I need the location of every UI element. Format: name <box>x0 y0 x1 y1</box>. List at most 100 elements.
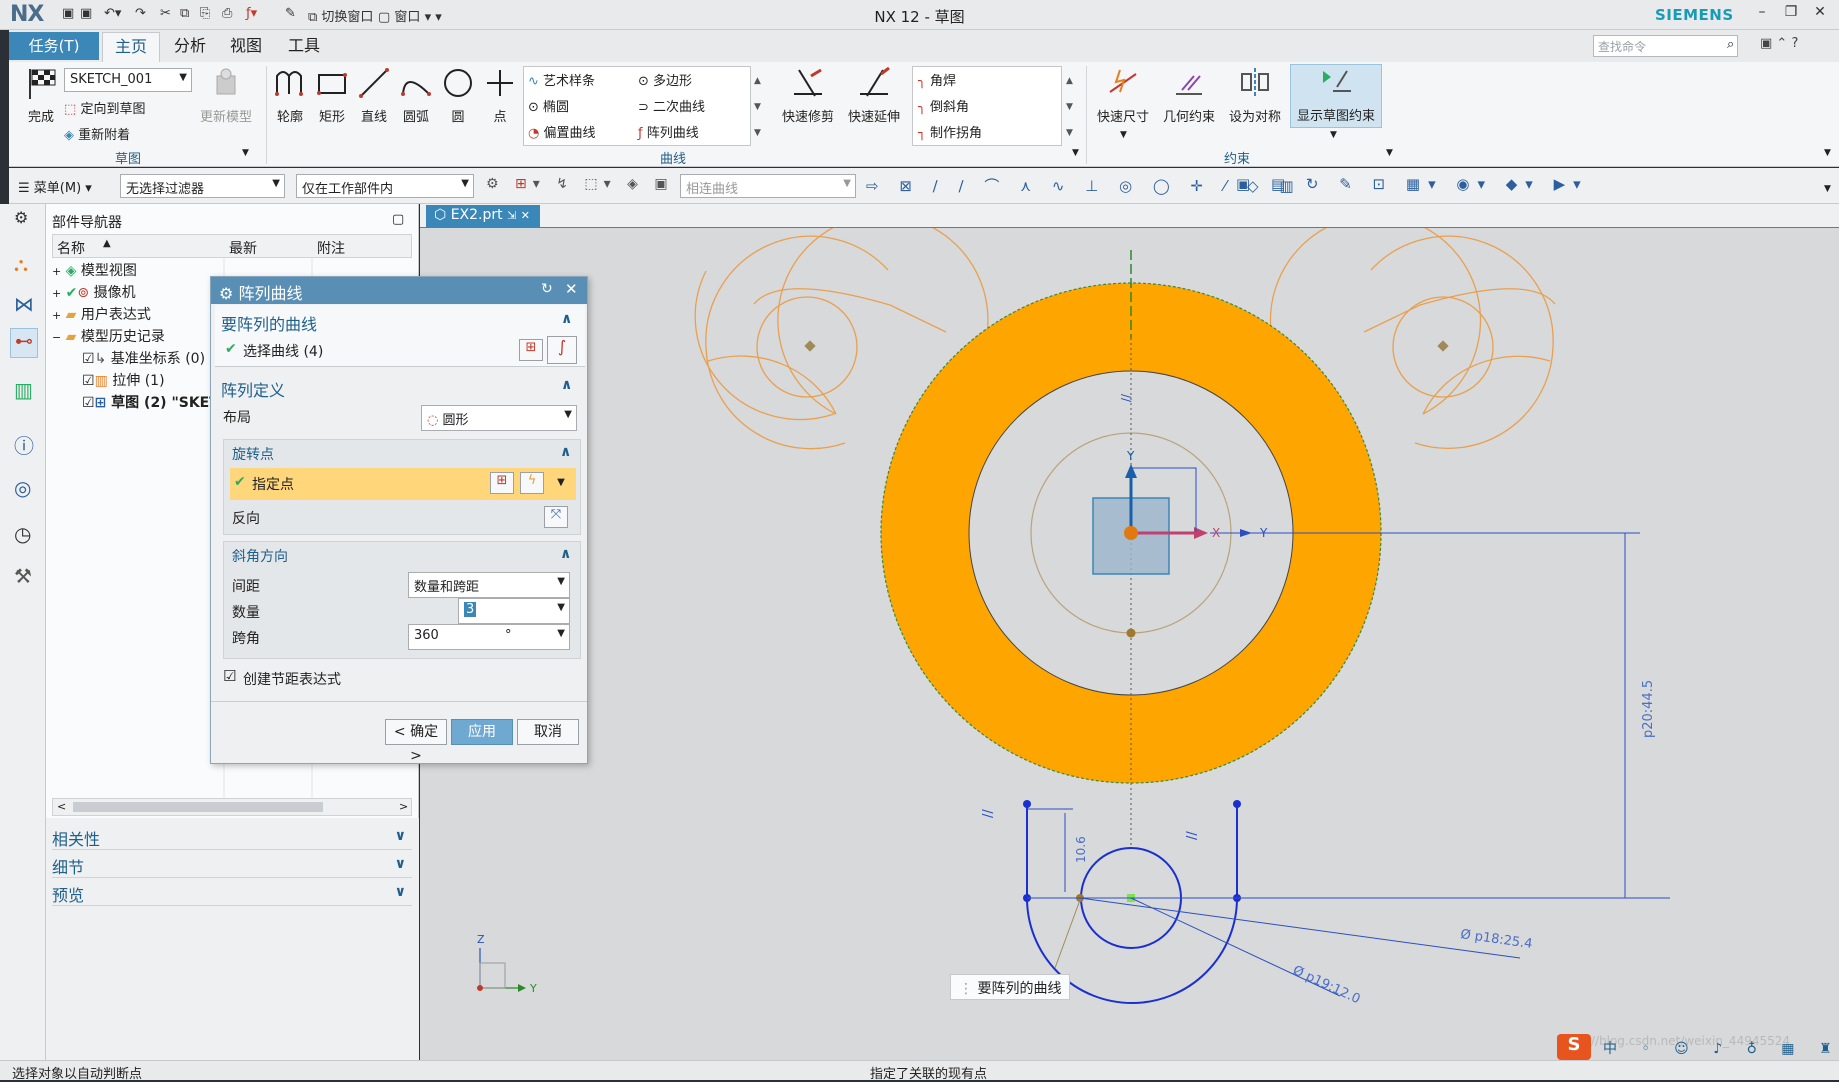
group-expand-icon[interactable]: ▼ <box>1072 148 1079 158</box>
tree-row[interactable]: + ◈ 模型视图 <box>52 260 137 284</box>
ribbon-options-icon[interactable]: ▣ ⌃ ? <box>1760 36 1798 51</box>
dim-diameter-12[interactable]: Ø p19:12.0 <box>1290 963 1362 1007</box>
web-browser-icon[interactable]: ◎ <box>14 476 31 500</box>
reattach-button[interactable]: ◈ 重新附着 <box>64 124 130 143</box>
graphics-window[interactable]: Y X Y // 10.6 p20:44.5 Ø p18:25.4 Ø p19:… <box>420 214 1839 1060</box>
toolbar-more-icon[interactable]: ▼ <box>1824 184 1831 194</box>
tab-analysis[interactable]: 分析 <box>166 32 214 62</box>
restore-button[interactable]: ❐ <box>1779 4 1803 26</box>
collapse-icon[interactable]: ∧ <box>560 546 571 562</box>
make-symmetric-button[interactable]: 设为对称 <box>1224 66 1286 125</box>
constraint-navigator-icon[interactable]: ⋈ <box>14 292 34 316</box>
checkbox-checked-icon[interactable]: ☑ <box>82 351 95 367</box>
pin-icon[interactable]: ⇲ <box>507 209 516 222</box>
scroll-right-icon[interactable]: > <box>399 800 408 813</box>
tab-task[interactable]: 任务(T) <box>9 32 99 60</box>
make-corner-button[interactable]: ┐ 制作拐角 <box>918 122 982 141</box>
quick-dimension-button[interactable]: 快速尺寸 <box>1092 66 1154 125</box>
expander[interactable]: + <box>52 287 61 300</box>
reset-icon[interactable]: ↻ <box>541 281 553 297</box>
part-navigator-tab[interactable]: ⊷ <box>10 328 38 358</box>
gallery-scroll-icon[interactable]: ▲ ▼ ▼ <box>754 68 761 146</box>
finish-sketch-button[interactable]: 完成 <box>20 66 62 125</box>
scroll-left-icon[interactable]: < <box>57 800 66 813</box>
document-tab[interactable]: ⬡ EX2.prt ⇲ ✕ <box>426 205 540 228</box>
spacing-select[interactable]: 数量和跨距 ▼ <box>408 572 570 598</box>
select-curve-label[interactable]: 选择曲线 (4) <box>243 341 323 361</box>
group-expand-icon[interactable]: ▼ <box>1386 148 1393 158</box>
settings-gear-icon[interactable]: ⚙ <box>14 208 28 227</box>
group-expand-icon[interactable]: ▼ <box>242 148 249 158</box>
profile-tool-button[interactable]: 轮廓 <box>270 66 310 125</box>
tree-row[interactable]: − ▰ 模型历史记录 <box>52 326 165 350</box>
tab-tools[interactable]: 工具 <box>280 32 328 62</box>
update-model-button[interactable]: 更新模型 <box>194 66 258 125</box>
view-tool-icons[interactable]: ▣ ▤ ↻ ✎ ⊡ ▦▾ ◉▾ ◆▾ ▶▾ <box>1236 175 1589 193</box>
checkbox-checked-icon[interactable]: ☑ <box>82 373 95 389</box>
sketch-canvas[interactable]: Y X Y // 10.6 p20:44.5 Ø p18:25.4 Ø p19:… <box>420 214 1839 1060</box>
curve-rule-select[interactable]: 相连曲线 ▼ <box>680 174 856 198</box>
origin-point[interactable] <box>1124 526 1138 540</box>
dialog-close-icon[interactable]: ✕ <box>565 280 578 298</box>
ok-button[interactable]: < 确定 > <box>385 719 447 764</box>
close-button[interactable]: ✕ <box>1808 4 1832 26</box>
offset-curve-button[interactable]: ◔ 偏置曲线 <box>528 122 596 141</box>
count-input[interactable]: 3 ▼ <box>458 598 570 624</box>
layout-select[interactable]: ◌ 圆形 ▼ <box>421 405 577 431</box>
hd3d-tools-icon[interactable]: ⓘ <box>14 430 34 459</box>
search-icon[interactable]: ⌕ <box>1727 37 1734 52</box>
details-panel[interactable]: 细节 ∨ <box>52 854 412 878</box>
conic-button[interactable]: ⊃ 二次曲线 <box>638 96 705 115</box>
geometric-constraints-button[interactable]: 几何约束 <box>1158 66 1220 125</box>
reverse-direction-button[interactable]: ⤧ <box>544 506 568 528</box>
menu-button[interactable]: ☰ 菜单(M) ▾ <box>18 177 92 196</box>
selection-scope-select[interactable]: 仅在工作部件内 ▼ <box>296 174 474 198</box>
quick-trim-button[interactable]: 快速修剪 <box>776 66 840 125</box>
collapse-icon[interactable]: ∧ <box>560 444 571 460</box>
show-sketch-constraints-button[interactable]: 显示草图约束 <box>1290 64 1382 128</box>
maximize-icon[interactable]: ▢ <box>392 212 404 227</box>
tab-home[interactable]: 主页 <box>102 32 160 62</box>
corner-scroll-icon[interactable]: ▲ ▼ ▼ <box>1066 68 1073 146</box>
left-hole-center[interactable] <box>804 340 816 352</box>
command-search-input[interactable]: 查找命令 <box>1593 35 1738 57</box>
ribbon-more-icon[interactable]: ▼ <box>1824 148 1831 158</box>
collapse-icon[interactable]: ∧ <box>561 311 572 327</box>
studio-spline-button[interactable]: ∿ 艺术样条 <box>528 70 595 89</box>
selection-filter-icons[interactable]: ⚙ ⊞▾ ↯ ⬚▾ ◈ ▣ <box>486 176 674 192</box>
horizontal-scrollbar[interactable]: < > <box>52 798 412 816</box>
sketch-name-select[interactable]: SKETCH_001 ▼ <box>64 68 192 92</box>
polygon-button[interactable]: ⊙ 多边形 <box>638 70 692 89</box>
dim-10-6[interactable]: 10.6 <box>1074 836 1088 863</box>
ellipse-button[interactable]: ⊙ 椭圆 <box>528 96 569 115</box>
orient-to-sketch-button[interactable]: ⬚ 定向到草图 <box>64 98 145 117</box>
preview-panel[interactable]: 预览 ∨ <box>52 882 412 906</box>
pattern-point[interactable] <box>1126 628 1136 638</box>
specify-point-row[interactable]: ✔ 指定点 ⊞ ϟ ▼ <box>230 468 576 500</box>
point-tool-button[interactable]: 点 <box>480 66 520 125</box>
point-dialog-button[interactable]: ⊞ <box>490 472 514 494</box>
expander[interactable]: − <box>52 331 61 344</box>
system-materials-icon[interactable]: ⚒ <box>14 564 32 588</box>
quick-extend-button[interactable]: 快速延伸 <box>842 66 906 125</box>
add-curve-button[interactable]: ⊞ <box>519 339 543 361</box>
line-tool-button[interactable]: 直线 <box>354 66 394 125</box>
pattern-curve-button[interactable]: ƒ 阵列曲线 <box>638 122 699 141</box>
tree-row[interactable]: ☑↳ 基准坐标系 (0) <box>82 348 205 372</box>
scroll-thumb[interactable] <box>73 802 323 812</box>
slot-endpoint[interactable] <box>1023 800 1031 808</box>
fillet-button[interactable]: ╮ 角焊 <box>918 70 956 89</box>
minimize-button[interactable]: – <box>1750 4 1774 26</box>
tree-row[interactable]: ☑▥ 拉伸 (1) <box>82 370 165 394</box>
ime-toolbar[interactable]: S 中 ◦ ☺ ♪ ♁ ▦ ♜ ▦ <box>1557 1034 1839 1060</box>
curve-rule-button[interactable]: ∫ <box>547 336 577 364</box>
quick-dim-dropdown-icon[interactable]: ▼ <box>1120 130 1127 140</box>
column-note[interactable]: 附注 <box>317 238 345 258</box>
dim-diameter-25-4[interactable]: Ø p18:25.4 <box>1459 927 1533 952</box>
collapse-icon[interactable]: ∧ <box>561 377 572 393</box>
type-filter-select[interactable]: 无选择过滤器 ▼ <box>120 174 285 198</box>
tree-row[interactable]: + ✔⊚ 摄像机 <box>52 282 136 306</box>
checkbox-checked-icon[interactable]: ☑ <box>82 395 95 411</box>
dependencies-panel[interactable]: 相关性 ∨ <box>52 826 412 850</box>
apply-button[interactable]: 应用 <box>451 719 513 745</box>
